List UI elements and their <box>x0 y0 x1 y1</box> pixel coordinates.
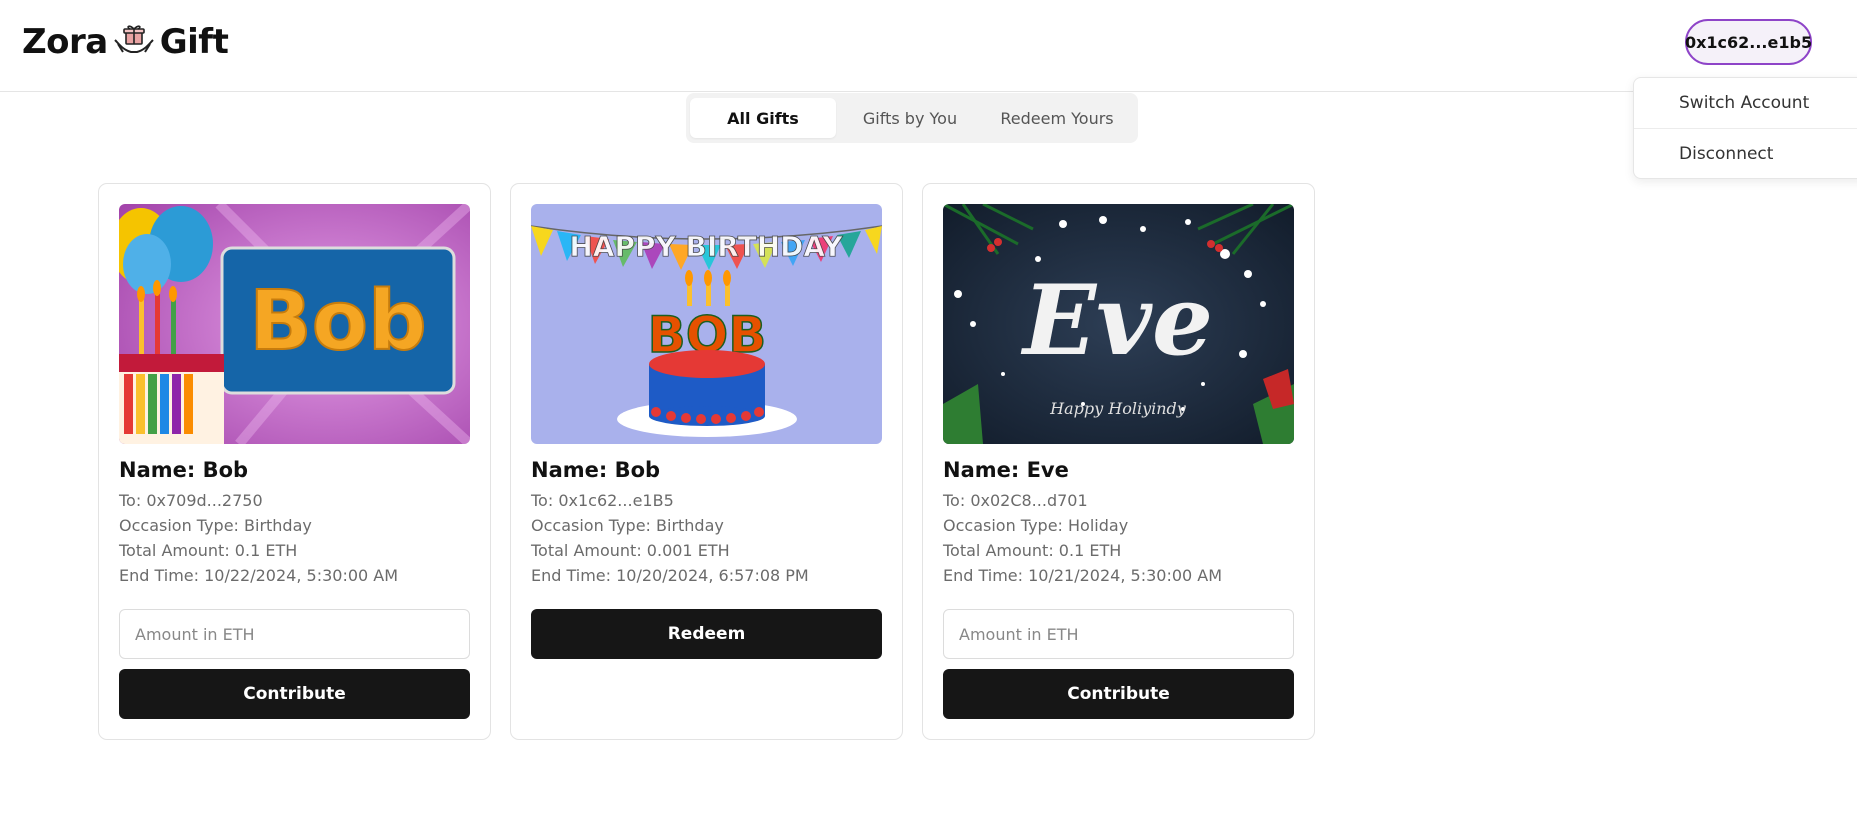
gift-tabs: All Gifts Gifts by You Redeem Yours <box>686 93 1138 143</box>
gift-card-image: HAPPY BIRTHDAY BOB <box>531 204 882 444</box>
gift-end-time: End Time: 10/22/2024, 5:30:00 AM <box>119 566 399 585</box>
logo-text-left: Zora <box>22 22 108 62</box>
gift-card-image: Eve Happy Holiyindy <box>943 204 1294 444</box>
disconnect-item[interactable]: Disconnect <box>1634 128 1857 178</box>
gift-card: Eve Happy Holiyindy Name: Eve To: 0x02C8… <box>922 183 1315 740</box>
gift-card-image: Bob <box>119 204 470 444</box>
gift-name: Name: Eve <box>943 458 1069 482</box>
logo-text-right: Gift <box>159 22 229 62</box>
wallet-account-button[interactable]: 0x1c62...e1b5 <box>1685 19 1812 65</box>
amount-eth-input[interactable] <box>943 609 1294 659</box>
switch-account-item[interactable]: Switch Account <box>1634 78 1857 128</box>
gift-total-amount: Total Amount: 0.1 ETH <box>943 541 1122 560</box>
image-text: Bob <box>248 273 428 370</box>
amount-eth-input[interactable] <box>119 609 470 659</box>
account-dropdown-menu: Switch Account Disconnect <box>1633 77 1857 179</box>
gift-total-amount: Total Amount: 0.1 ETH <box>119 541 298 560</box>
tab-redeem-yours[interactable]: Redeem Yours <box>984 98 1130 138</box>
gift-recipient: To: 0x02C8...d701 <box>943 491 1088 510</box>
gift-occasion: Occasion Type: Holiday <box>943 516 1129 535</box>
tab-gifts-by-you[interactable]: Gifts by You <box>836 98 984 138</box>
gift-recipient: To: 0x1c62...e1B5 <box>531 491 674 510</box>
tab-all-gifts[interactable]: All Gifts <box>690 98 836 138</box>
logo[interactable]: Zora Gift <box>22 22 229 62</box>
gift-recipient: To: 0x709d...2750 <box>119 491 263 510</box>
gift-card: Bob Name: Bob To: 0x709d...2750 Occasion… <box>98 183 491 740</box>
gift-end-time: End Time: 10/20/2024, 6:57:08 PM <box>531 566 809 585</box>
gift-occasion: Occasion Type: Birthday <box>119 516 312 535</box>
image-text: Eve <box>1020 264 1213 377</box>
redeem-button[interactable]: Redeem <box>531 609 882 659</box>
contribute-button[interactable]: Contribute <box>943 669 1294 719</box>
gift-occasion: Occasion Type: Birthday <box>531 516 724 535</box>
image-banner-text: HAPPY BIRTHDAY <box>569 230 843 263</box>
contribute-button[interactable]: Contribute <box>119 669 470 719</box>
gift-hands-icon <box>112 22 156 62</box>
gift-card: HAPPY BIRTHDAY BOB Name: Bob To: 0x1c62.… <box>510 183 903 740</box>
gift-name: Name: Bob <box>531 458 661 482</box>
gift-total-amount: Total Amount: 0.001 ETH <box>531 541 730 560</box>
gift-end-time: End Time: 10/21/2024, 5:30:00 AM <box>943 566 1223 585</box>
gift-name: Name: Bob <box>119 458 249 482</box>
image-subtext: Happy Holiyindy <box>1049 399 1187 418</box>
top-header: Zora Gift 0x1c62...e1b5 <box>0 0 1857 92</box>
svg-text:Bob: Bob <box>249 274 427 369</box>
